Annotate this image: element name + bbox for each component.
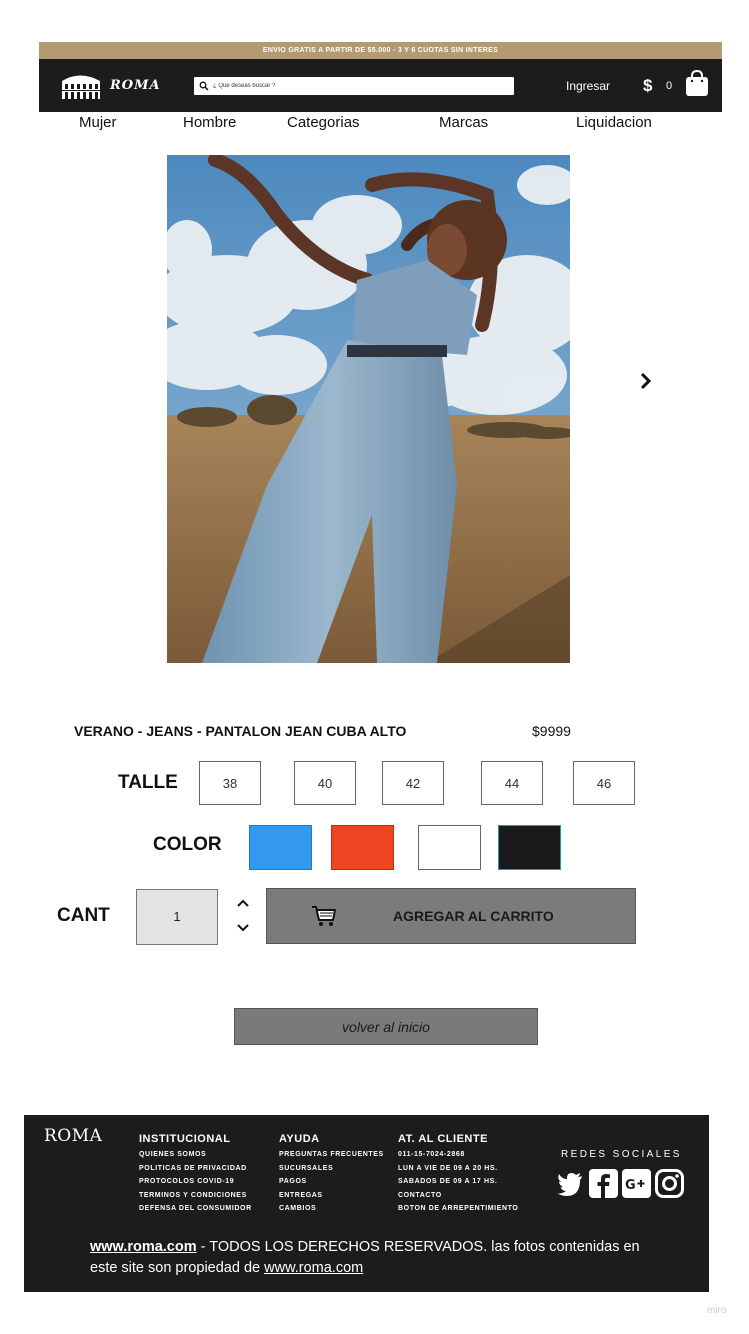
watermark: miro bbox=[707, 1305, 727, 1316]
login-link[interactable]: Ingresar bbox=[566, 79, 610, 93]
svg-text:G: G bbox=[625, 1178, 636, 1193]
shopping-bag-icon[interactable] bbox=[686, 70, 708, 96]
footer-link[interactable]: CAMBIOS bbox=[279, 1202, 384, 1216]
quantity-field[interactable]: 1 bbox=[136, 889, 218, 945]
color-swatch-white[interactable] bbox=[418, 825, 481, 870]
footer-col-cliente: AT. AL CLIENTE 011-15-7024-2868 LUN A VI… bbox=[398, 1133, 518, 1216]
color-swatch-blue[interactable] bbox=[249, 825, 312, 870]
chevron-right-icon[interactable] bbox=[638, 372, 654, 390]
nav-hombre[interactable]: Hombre bbox=[183, 114, 236, 131]
footer-link[interactable]: PROTOCOLOS COVID-19 bbox=[139, 1175, 252, 1189]
footer-logo[interactable]: ROMA bbox=[44, 1126, 102, 1146]
back-home-button[interactable]: volver al inicio bbox=[234, 1008, 538, 1045]
size-option-40[interactable]: 40 bbox=[294, 761, 356, 805]
copyright-link-2[interactable]: www.roma.com bbox=[264, 1260, 363, 1276]
footer-link[interactable]: PAGOS bbox=[279, 1175, 384, 1189]
brand-logo[interactable]: ROMA bbox=[110, 78, 161, 93]
search-bar[interactable] bbox=[194, 77, 514, 95]
product-price: $9999 bbox=[532, 723, 571, 739]
instagram-icon[interactable] bbox=[655, 1169, 684, 1198]
footer-phone[interactable]: 011-15-7024-2868 bbox=[398, 1148, 518, 1162]
nav-categorias[interactable]: Categorias bbox=[287, 114, 360, 131]
quantity-label: CANT bbox=[57, 905, 110, 926]
footer-heading: AYUDA bbox=[279, 1133, 320, 1145]
nav-liquidacion[interactable]: Liquidacion bbox=[576, 114, 652, 131]
size-option-38[interactable]: 38 bbox=[199, 761, 261, 805]
footer-link[interactable]: TERMINOS Y CONDICIONES bbox=[139, 1189, 252, 1203]
color-swatch-red[interactable] bbox=[331, 825, 394, 870]
footer-link[interactable]: BOTON DE ARREPENTIMIENTO bbox=[398, 1202, 518, 1216]
facebook-icon[interactable] bbox=[589, 1169, 618, 1198]
copyright-text: www.roma.com - TODOS LOS DERECHOS RESERV… bbox=[90, 1237, 670, 1279]
nav-marcas[interactable]: Marcas bbox=[439, 114, 488, 131]
footer-col-institucional: INSTITUCIONAL QUIENES SOMOS POLITICAS DE… bbox=[139, 1133, 252, 1216]
product-title: VERANO - JEANS - PANTALON JEAN CUBA ALTO bbox=[74, 723, 407, 739]
google-plus-icon[interactable]: G bbox=[622, 1169, 651, 1198]
footer-link[interactable]: PREGUNTAS FRECUENTES bbox=[279, 1148, 384, 1162]
footer-link[interactable]: POLITICAS DE PRIVACIDAD bbox=[139, 1162, 252, 1176]
quantity-value[interactable]: 1 bbox=[137, 909, 217, 924]
social-heading: REDES SOCIALES bbox=[561, 1149, 682, 1160]
copyright-link[interactable]: www.roma.com bbox=[90, 1239, 197, 1255]
product-image bbox=[167, 155, 570, 663]
footer-link[interactable]: ENTREGAS bbox=[279, 1189, 384, 1203]
chevron-down-icon[interactable] bbox=[236, 923, 250, 933]
cart-count: 0 bbox=[666, 80, 673, 92]
colosseum-logo-icon[interactable] bbox=[60, 72, 102, 100]
footer-heading: INSTITUCIONAL bbox=[139, 1133, 231, 1145]
footer-link[interactable]: DEFENSA DEL CONSUMIDOR bbox=[139, 1202, 252, 1216]
promo-bar: ENVIO GRATIS A PARTIR DE $5.000 - 3 Y 6 … bbox=[39, 42, 722, 59]
chevron-up-icon[interactable] bbox=[236, 898, 250, 908]
shopping-cart-icon bbox=[312, 906, 336, 926]
size-option-46[interactable]: 46 bbox=[573, 761, 635, 805]
footer-link[interactable]: QUIENES SOMOS bbox=[139, 1148, 252, 1162]
footer-link[interactable]: SUCURSALES bbox=[279, 1162, 384, 1176]
size-option-44[interactable]: 44 bbox=[481, 761, 543, 805]
footer-heading: AT. AL CLIENTE bbox=[398, 1133, 488, 1145]
size-label: TALLE bbox=[118, 772, 178, 793]
add-to-cart-label: AGREGAR AL CARRITO bbox=[393, 908, 554, 924]
promo-text: ENVIO GRATIS A PARTIR DE $5.000 - 3 Y 6 … bbox=[262, 47, 499, 54]
currency-icon[interactable]: $ bbox=[643, 76, 652, 96]
footer-hours: SABADOS DE 09 A 17 HS. bbox=[398, 1178, 498, 1186]
nav-mujer[interactable]: Mujer bbox=[79, 114, 117, 131]
footer-col-ayuda: AYUDA PREGUNTAS FRECUENTES SUCURSALES PA… bbox=[279, 1133, 384, 1216]
color-label: COLOR bbox=[153, 834, 222, 855]
color-swatch-black[interactable] bbox=[498, 825, 561, 870]
twitter-icon[interactable] bbox=[556, 1169, 585, 1198]
footer-hours: LUN A VIE DE 09 A 20 HS. bbox=[398, 1164, 498, 1172]
search-input[interactable] bbox=[213, 83, 503, 89]
footer-link[interactable]: CONTACTO bbox=[398, 1189, 518, 1203]
size-option-42[interactable]: 42 bbox=[382, 761, 444, 805]
search-icon[interactable] bbox=[199, 81, 209, 91]
add-to-cart-button[interactable]: AGREGAR AL CARRITO bbox=[266, 888, 636, 944]
